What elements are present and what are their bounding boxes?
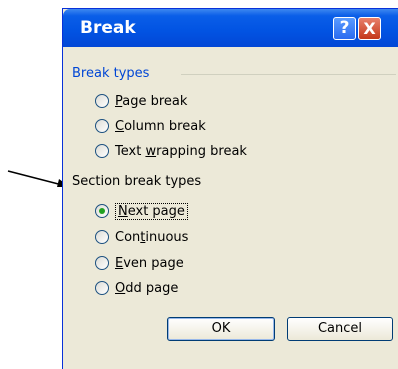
radio-column-break[interactable]: Column break <box>95 116 206 136</box>
section-break-types-label: Section break types <box>72 174 202 189</box>
radio-label-continuous: Continuous <box>115 229 189 245</box>
radio-circle[interactable] <box>95 119 109 133</box>
ok-button[interactable]: OK <box>167 317 275 341</box>
radio-circle[interactable] <box>95 281 109 295</box>
break-types-divider <box>181 74 396 75</box>
radio-label-page-break: Page break <box>115 93 188 109</box>
radio-circle-selected[interactable] <box>95 204 109 218</box>
cancel-button[interactable]: Cancel <box>287 317 393 341</box>
close-button[interactable]: X <box>358 17 381 40</box>
break-dialog: Break ? X Break types Page break Column … <box>62 8 398 369</box>
dialog-title: Break <box>80 18 136 38</box>
radio-next-page[interactable]: Next page <box>95 201 188 221</box>
selected-dot <box>99 208 105 214</box>
radio-label-next-page: Next page <box>115 202 188 220</box>
title-bar: Break ? X <box>63 9 398 47</box>
radio-label-odd-page: Odd page <box>115 280 179 296</box>
radio-circle[interactable] <box>95 144 109 158</box>
radio-circle[interactable] <box>95 230 109 244</box>
radio-circle[interactable] <box>95 256 109 270</box>
radio-label-even-page: Even page <box>115 255 184 271</box>
break-types-label: Break types <box>72 66 150 81</box>
radio-even-page[interactable]: Even page <box>95 253 184 273</box>
radio-continuous[interactable]: Continuous <box>95 227 188 247</box>
radio-label-text-wrapping-break: Text wrapping break <box>115 143 247 159</box>
help-button[interactable]: ? <box>333 17 356 40</box>
radio-circle[interactable] <box>95 94 109 108</box>
radio-text-wrapping-break[interactable]: Text wrapping break <box>95 141 247 161</box>
radio-odd-page[interactable]: Odd page <box>95 278 178 298</box>
radio-page-break[interactable]: Page break <box>95 91 187 111</box>
radio-label-column-break: Column break <box>115 118 206 134</box>
